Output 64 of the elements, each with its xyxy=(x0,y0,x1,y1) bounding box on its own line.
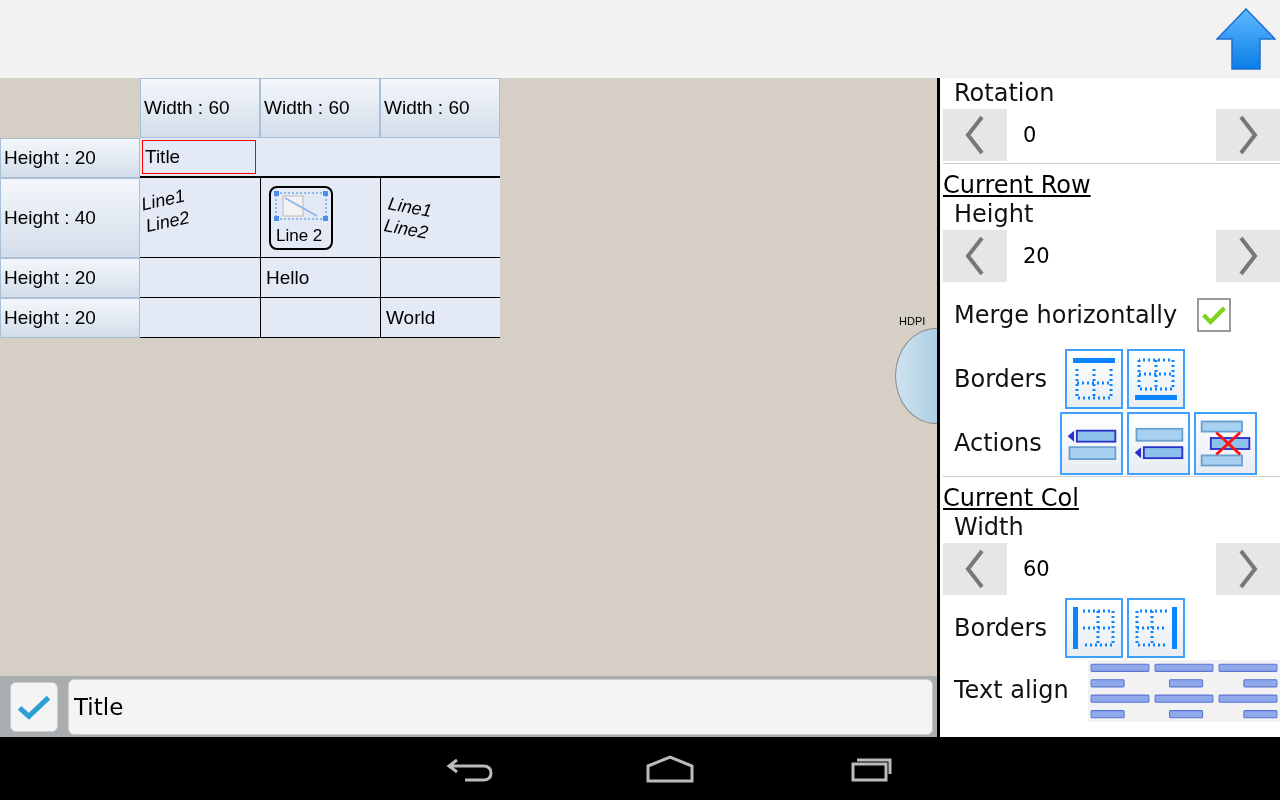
increase-button[interactable] xyxy=(1216,109,1280,161)
merge-checkbox[interactable] xyxy=(1197,298,1232,332)
cell-text: Line1 Line2 xyxy=(138,184,193,238)
bottom-border-button[interactable] xyxy=(1126,349,1185,409)
right-border-button[interactable] xyxy=(1126,598,1185,658)
decrease-button[interactable] xyxy=(943,230,1007,282)
section-title: Current Col xyxy=(943,476,1280,512)
delete-row-button[interactable] xyxy=(1193,411,1257,475)
increase-button[interactable] xyxy=(1216,543,1280,595)
table-cell[interactable]: Line 2 xyxy=(260,178,380,258)
left-border-button[interactable] xyxy=(1064,598,1123,658)
table-cell[interactable]: Line1 Line2 xyxy=(140,178,260,258)
value-text: 60 xyxy=(1022,557,1050,581)
confirm-button[interactable] xyxy=(10,681,58,732)
insert-row-above-button[interactable] xyxy=(1059,411,1123,475)
table-cell[interactable]: Line1 Line2 xyxy=(380,178,500,258)
chevron-left-icon xyxy=(964,236,986,276)
insert-row-below-button[interactable] xyxy=(1126,411,1190,475)
up-arrow-icon[interactable] xyxy=(1216,8,1276,70)
image-icon xyxy=(273,189,329,222)
column-header[interactable]: Width : 60 xyxy=(380,78,500,138)
chevron-left-icon xyxy=(964,115,986,155)
field-label: Borders xyxy=(954,365,1047,393)
field-label: Rotation xyxy=(953,78,1056,108)
field-label: Borders xyxy=(954,614,1047,642)
cell-text: Line 2 xyxy=(276,225,323,246)
cell-text: Hello xyxy=(265,266,310,289)
table-cell[interactable]: Hello xyxy=(260,258,380,298)
handle-label: HDPI xyxy=(899,315,926,327)
cell-text: Title xyxy=(144,146,181,168)
row-header[interactable]: Height : 20 xyxy=(0,258,140,298)
cell-text: World xyxy=(385,306,436,329)
table-cell[interactable] xyxy=(260,298,380,338)
column-header[interactable]: Width : 60 xyxy=(140,78,260,138)
table-cell[interactable]: World xyxy=(380,298,500,338)
cell-text: Line1 Line2 xyxy=(381,192,434,244)
field-label: Width xyxy=(953,512,1025,542)
increase-button[interactable] xyxy=(1216,230,1280,282)
decrease-button[interactable] xyxy=(943,109,1007,161)
text-input-field[interactable]: Title xyxy=(68,678,933,735)
decrease-button[interactable] xyxy=(943,543,1007,595)
row-header[interactable]: Height : 40 xyxy=(0,178,140,258)
chevron-right-icon xyxy=(1237,236,1259,276)
value-text: 20 xyxy=(1022,244,1050,268)
image-element-frame[interactable]: Line 2 xyxy=(269,185,333,250)
check-icon xyxy=(17,693,51,720)
table-cell[interactable] xyxy=(380,258,500,298)
chevron-left-icon xyxy=(964,549,986,589)
row-header[interactable]: Height : 20 xyxy=(0,138,140,178)
home-icon[interactable] xyxy=(645,753,695,784)
table-cell[interactable] xyxy=(140,258,260,298)
field-label: Height xyxy=(953,199,1035,229)
chevron-right-icon xyxy=(1237,115,1259,155)
value-text: 0 xyxy=(1022,123,1037,147)
row-header[interactable]: Height : 20 xyxy=(0,298,140,338)
table-cell[interactable]: Title xyxy=(140,138,500,178)
top-border-button[interactable] xyxy=(1064,349,1123,409)
field-label: Merge horizontally xyxy=(954,301,1178,329)
chevron-right-icon xyxy=(1237,549,1259,589)
field-label: Actions xyxy=(954,429,1042,457)
field-label: Text align xyxy=(954,675,1069,704)
column-header[interactable]: Width : 60 xyxy=(260,78,380,138)
table-cell[interactable] xyxy=(140,298,260,338)
section-title: Current Row xyxy=(943,163,1280,199)
